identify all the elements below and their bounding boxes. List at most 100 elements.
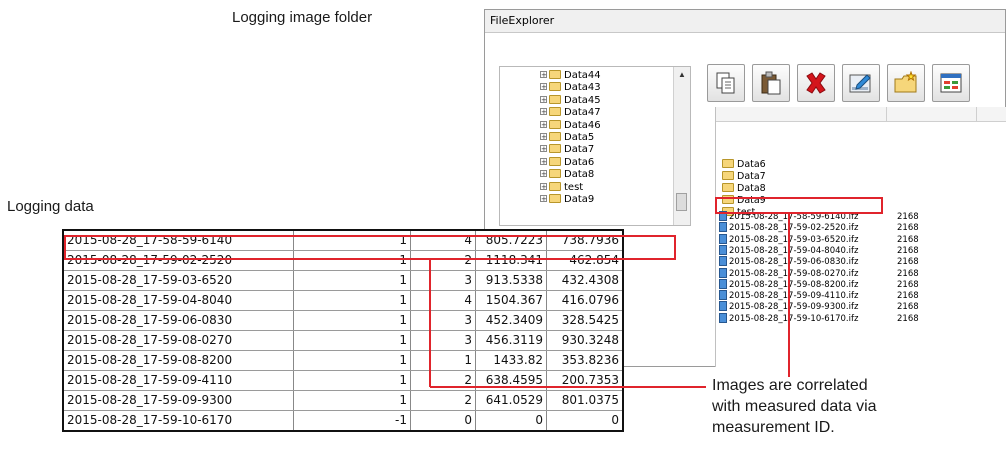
table-cell: 200.7353 bbox=[546, 370, 624, 391]
table-cell: 1 bbox=[293, 370, 411, 391]
scrollbar-thumb[interactable] bbox=[676, 193, 687, 211]
table-cell: 638.4595 bbox=[475, 370, 547, 391]
window-titlebar[interactable]: FileExplorer bbox=[485, 10, 1005, 33]
table-cell: 1 bbox=[293, 250, 411, 271]
tree-item[interactable]: + Data46 bbox=[540, 119, 601, 132]
file-size: 2168 bbox=[897, 245, 919, 256]
folder-icon bbox=[549, 181, 561, 191]
file-list-item[interactable]: 2015-08-28_17-59-08-0270.ifz bbox=[719, 267, 859, 280]
table-cell: 801.0375 bbox=[546, 390, 624, 411]
file-size: 2168 bbox=[897, 223, 919, 234]
file-size: 2168 bbox=[897, 291, 919, 302]
tree-item[interactable]: + Data6 bbox=[540, 156, 594, 169]
file-size: 2168 bbox=[897, 212, 919, 222]
expand-icon[interactable]: + bbox=[540, 71, 547, 79]
table-cell: 456.3119 bbox=[475, 330, 547, 351]
table-cell: 0 bbox=[410, 410, 476, 432]
folder-name: Data9 bbox=[737, 195, 766, 206]
folder-icon bbox=[722, 195, 734, 204]
delete-button[interactable] bbox=[797, 64, 835, 102]
expand-icon[interactable]: + bbox=[540, 83, 547, 91]
tree-item-label: test bbox=[564, 181, 584, 193]
expand-icon[interactable]: + bbox=[540, 145, 547, 153]
file-name: 2015-08-28_17-59-06-0830.ifz bbox=[729, 257, 859, 268]
tree-item[interactable]: + Data5 bbox=[540, 132, 594, 144]
ifz-file-icon bbox=[719, 233, 727, 244]
table-cell: 3 bbox=[410, 270, 476, 291]
tree-item[interactable]: + Data8 bbox=[540, 169, 594, 181]
file-name: 2015-08-28_17-59-08-0270.ifz bbox=[729, 268, 859, 279]
file-name: 2015-08-28_17-59-04-8040.ifz bbox=[729, 245, 859, 256]
file-size: 2168 bbox=[897, 234, 919, 245]
scroll-up-icon[interactable]: ▲ bbox=[678, 70, 686, 79]
file-list-item[interactable]: 2015-08-28_17-59-10-6170.ifz bbox=[719, 312, 858, 325]
file-name: 2015-08-28_17-59-02-2520.ifz bbox=[729, 223, 859, 234]
paste-icon bbox=[761, 71, 781, 95]
folder-list-item[interactable]: Data7 bbox=[722, 171, 766, 183]
file-list-column-header[interactable] bbox=[716, 107, 887, 121]
file-list-column-header[interactable] bbox=[886, 107, 977, 121]
copy-button[interactable] bbox=[707, 64, 745, 102]
expand-icon[interactable]: + bbox=[540, 157, 547, 165]
folder-list-item[interactable]: Data9 bbox=[722, 195, 766, 207]
file-list-header[interactable] bbox=[716, 107, 1006, 122]
table-cell: 805.7223 bbox=[475, 230, 547, 251]
folder-name: Data8 bbox=[737, 183, 766, 194]
ifz-file-icon bbox=[719, 211, 727, 221]
table-cell: 641.0529 bbox=[475, 390, 547, 411]
folder-list-item[interactable]: Data8 bbox=[722, 183, 766, 195]
table-cell: 3 bbox=[410, 310, 476, 331]
table-cell: 0 bbox=[546, 410, 624, 432]
file-size: 2168 bbox=[897, 279, 919, 290]
expand-icon[interactable]: + bbox=[540, 170, 547, 178]
table-cell: 1 bbox=[293, 310, 411, 331]
tree-item[interactable]: + test bbox=[540, 181, 584, 194]
table-cell: 4 bbox=[410, 290, 476, 311]
expand-icon[interactable]: + bbox=[540, 95, 547, 103]
logging-image-folder-label: Logging image folder bbox=[232, 9, 373, 26]
expand-icon[interactable]: + bbox=[540, 133, 547, 141]
tree-item[interactable]: + Data9 bbox=[540, 194, 594, 206]
table-cell: 432.4308 bbox=[546, 270, 624, 291]
ifz-file-icon bbox=[719, 222, 727, 233]
file-list-item[interactable]: 2015-08-28_17-59-04-8040.ifz bbox=[719, 244, 859, 257]
table-row: 2015-08-28_17-59-08-0270 1 3 456.3119 930.32… bbox=[63, 330, 624, 351]
expand-icon[interactable]: + bbox=[540, 108, 547, 116]
folder-icon bbox=[549, 194, 561, 203]
tree-item[interactable]: + Data47 bbox=[540, 107, 601, 119]
file-list-item[interactable]: 2015-08-28_17-59-08-8200.ifz bbox=[719, 278, 858, 291]
ifz-file-icon bbox=[719, 244, 727, 255]
table-cell: 1 bbox=[293, 230, 411, 251]
expand-icon[interactable]: + bbox=[540, 195, 547, 203]
edit-button[interactable] bbox=[842, 64, 880, 102]
table-cell: 0 bbox=[475, 410, 547, 432]
expand-icon[interactable]: + bbox=[540, 182, 547, 190]
expand-icon[interactable]: + bbox=[540, 120, 547, 128]
file-list[interactable]: Data6 Data7 Data8 Data9 test 2015-08-28_17-5… bbox=[715, 107, 1006, 367]
copy-icon bbox=[716, 72, 735, 94]
file-list-item[interactable]: 2015-08-28_17-59-02-2520.ifz bbox=[719, 222, 858, 234]
tree-item-label: Data5 bbox=[564, 132, 595, 143]
tree-scrollbar[interactable]: ▲ bbox=[673, 67, 690, 225]
folder-tree[interactable]: + Data44 + Data43 + Data45 + Data47 + Data46 + Data… bbox=[499, 66, 691, 226]
new-folder-button[interactable] bbox=[887, 64, 925, 102]
file-list-item[interactable]: 2015-08-28_17-59-09-9300.ifz bbox=[719, 301, 858, 313]
folder-name: Data6 bbox=[737, 159, 766, 170]
file-list-item[interactable]: 2015-08-28_17-59-09-4110.ifz bbox=[719, 290, 858, 302]
tree-item[interactable]: + Data45 bbox=[540, 94, 601, 107]
file-list-item[interactable]: 2015-08-28_17-58-59-6140.ifz bbox=[719, 211, 858, 223]
tree-item[interactable]: + Data7 bbox=[540, 144, 594, 156]
table-row: 2015-08-28_17-58-59-6140 1 4 805.7223 738.79… bbox=[63, 230, 624, 251]
folder-icon bbox=[722, 159, 734, 168]
tree-item[interactable]: + Data43 bbox=[540, 82, 601, 94]
file-size: 2168 bbox=[897, 257, 919, 268]
file-list-item[interactable]: 2015-08-28_17-59-03-6520.ifz bbox=[719, 233, 858, 246]
new-folder-icon bbox=[894, 71, 917, 93]
tree-item[interactable]: + Data44 bbox=[540, 70, 601, 82]
view-button[interactable] bbox=[932, 64, 970, 102]
tree-item-label: Data46 bbox=[564, 119, 601, 131]
table-cell: 2015-08-28_17-59-03-6520 bbox=[63, 270, 294, 291]
folder-list-item[interactable]: Data6 bbox=[722, 159, 766, 171]
file-list-item[interactable]: 2015-08-28_17-59-06-0830.ifz bbox=[719, 256, 858, 268]
paste-button[interactable] bbox=[752, 64, 790, 102]
